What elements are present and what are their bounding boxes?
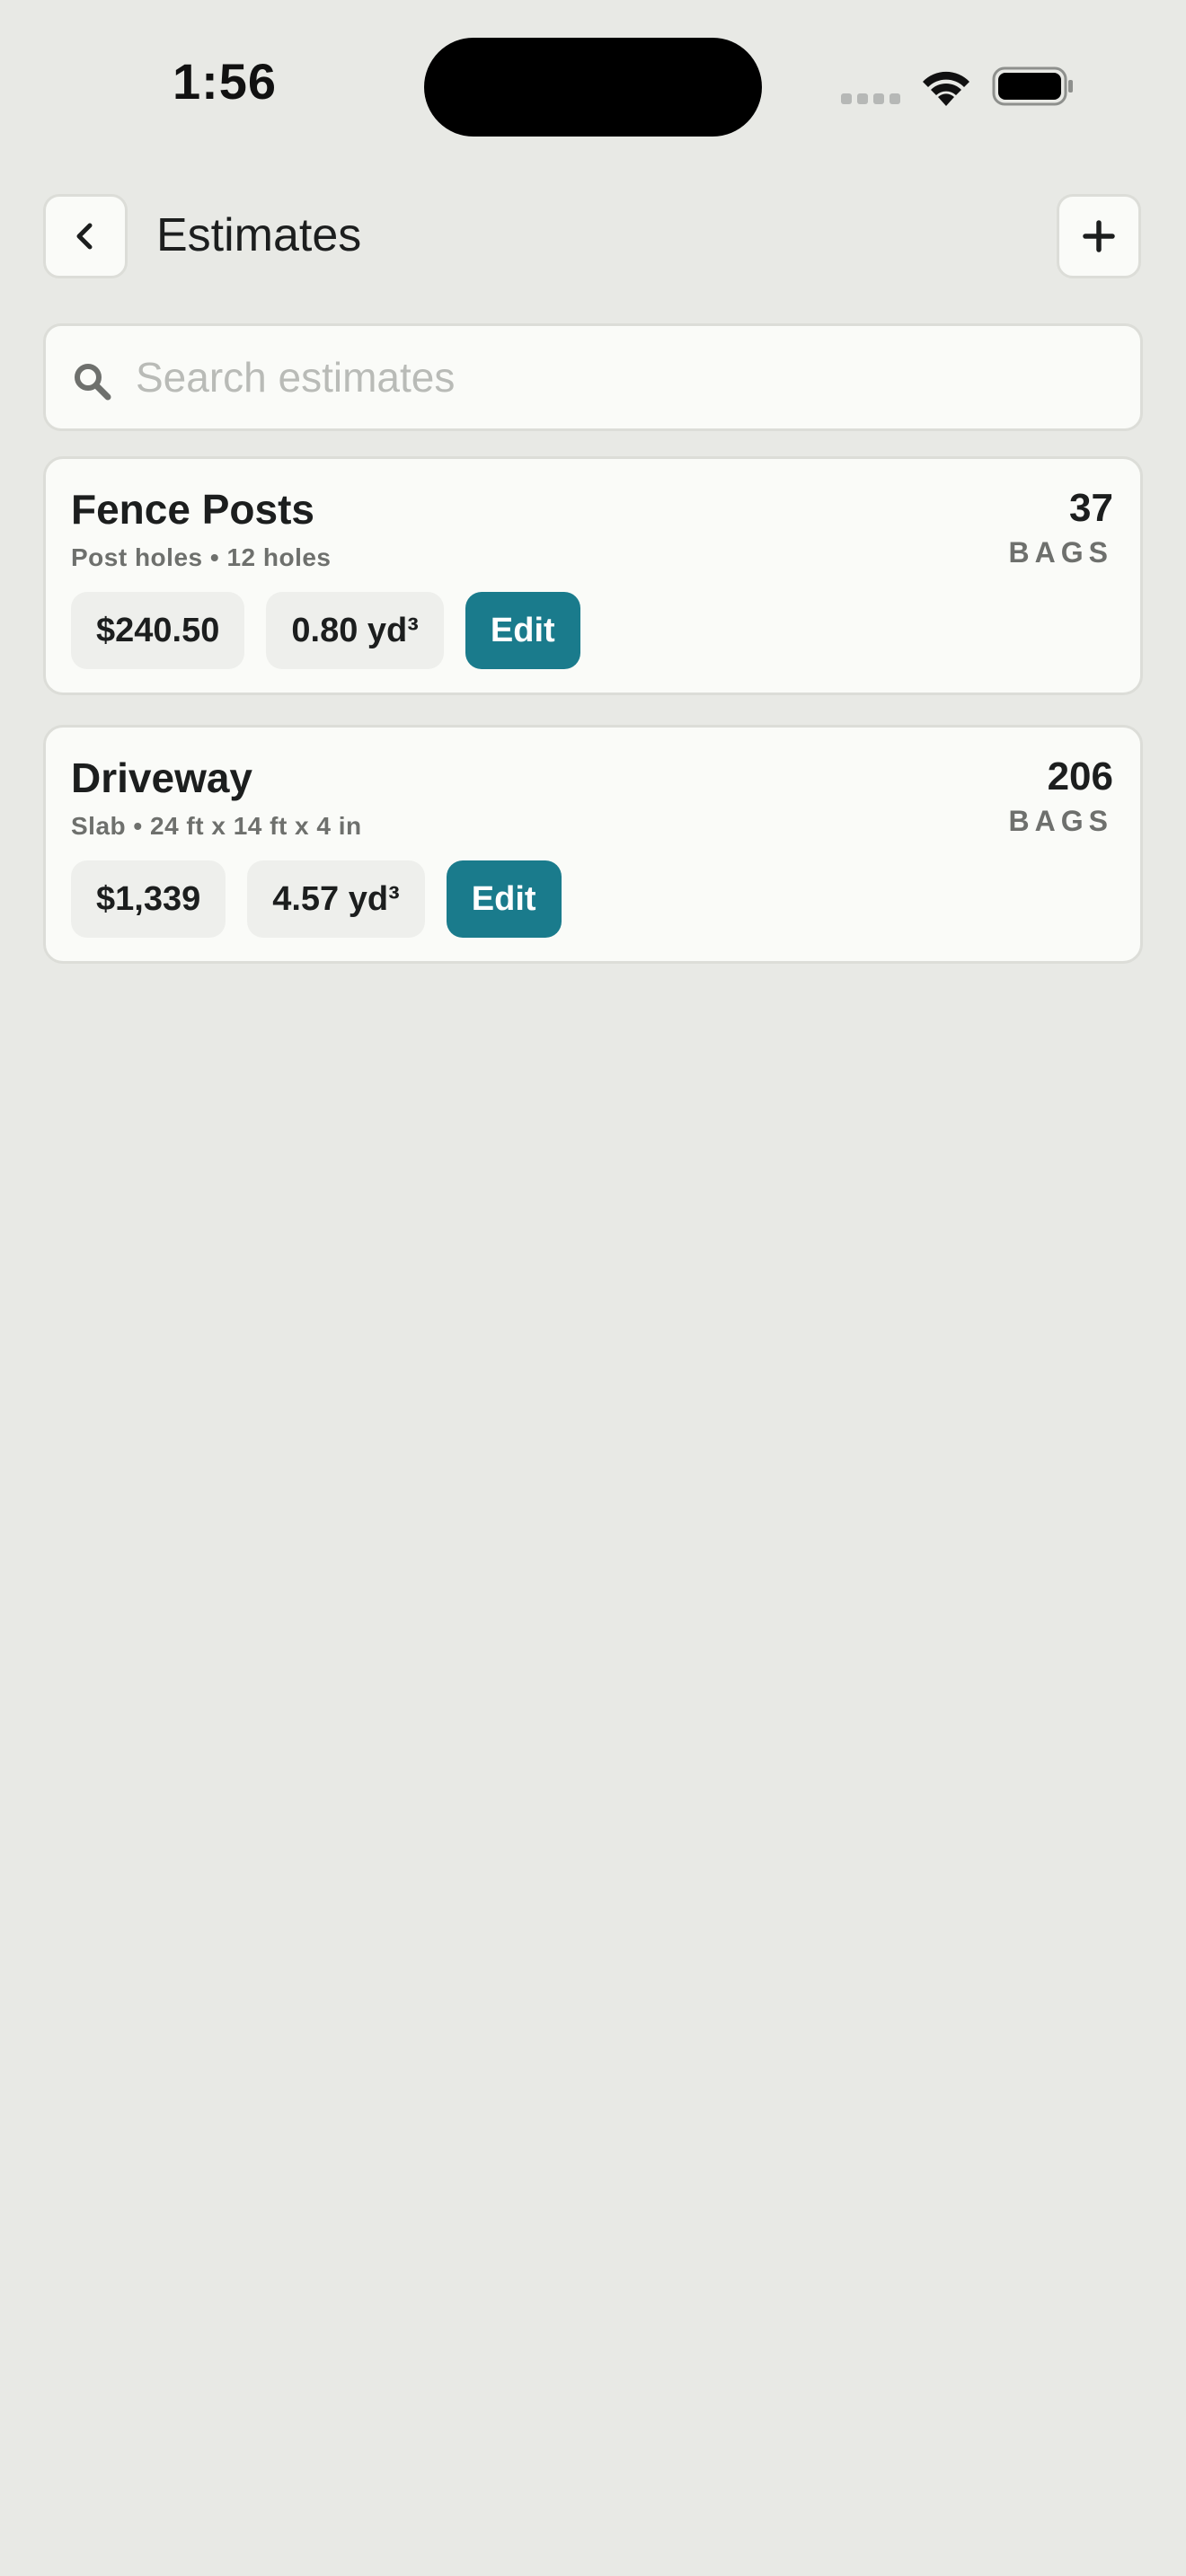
estimate-title: Driveway — [71, 754, 253, 801]
plus-icon — [1083, 220, 1115, 252]
edit-button[interactable]: Edit — [465, 592, 580, 669]
bag-unit-label: BAGS — [1008, 536, 1113, 569]
edit-button[interactable]: Edit — [446, 860, 562, 938]
volume-chip: 0.80 yd³ — [266, 592, 444, 669]
chevron-left-icon — [76, 223, 93, 250]
wifi-icon — [923, 71, 969, 106]
estimate-title: Fence Posts — [71, 486, 314, 533]
cellular-signal-icon — [841, 93, 900, 104]
estimate-card[interactable]: Fence Posts Post holes • 12 holes 37 BAG… — [43, 456, 1143, 695]
search-bar[interactable] — [43, 323, 1143, 431]
bag-count: 37 — [1069, 486, 1113, 530]
status-time: 1:56 — [172, 53, 278, 110]
page-title: Estimates — [156, 209, 362, 261]
add-estimate-button[interactable] — [1057, 194, 1141, 278]
status-bar: 1:56 — [0, 0, 1186, 153]
estimate-subtitle: Post holes • 12 holes — [71, 543, 332, 571]
bag-count: 206 — [1047, 754, 1113, 798]
search-input[interactable] — [136, 344, 1115, 410]
battery-icon — [992, 66, 1073, 106]
dynamic-island — [424, 38, 762, 137]
estimate-actions: $240.50 0.80 yd³ Edit — [71, 592, 580, 669]
estimate-card[interactable]: Driveway Slab • 24 ft x 14 ft x 4 in 206… — [43, 725, 1143, 964]
price-chip: $1,339 — [71, 860, 226, 938]
back-button[interactable] — [43, 194, 128, 278]
bag-unit-label: BAGS — [1008, 805, 1113, 837]
price-chip: $240.50 — [71, 592, 245, 669]
estimate-actions: $1,339 4.57 yd³ Edit — [71, 860, 562, 938]
search-icon — [75, 364, 111, 401]
estimate-subtitle: Slab • 24 ft x 14 ft x 4 in — [71, 812, 362, 840]
volume-chip: 4.57 yd³ — [247, 860, 425, 938]
